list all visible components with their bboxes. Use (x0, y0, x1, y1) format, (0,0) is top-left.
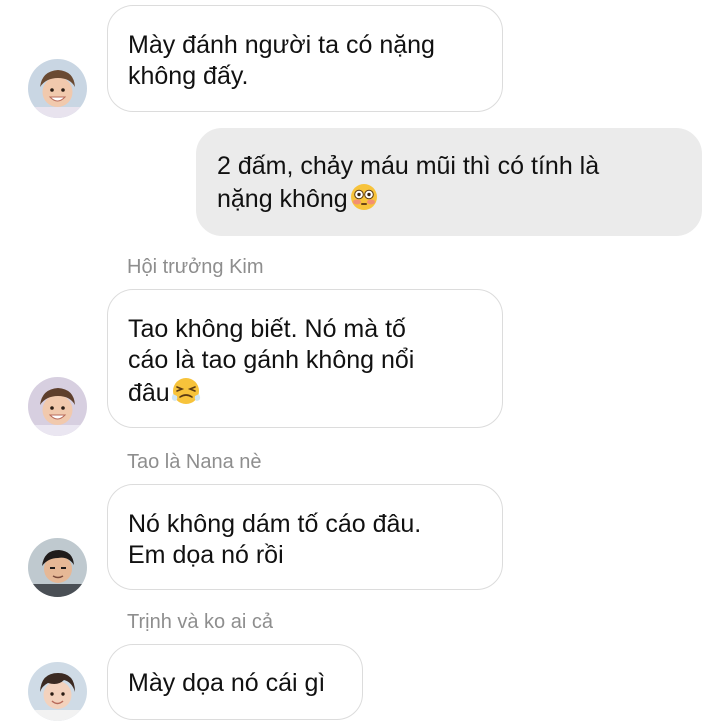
avatar[interactable] (28, 59, 87, 118)
sender-name: Tao là Nana nè (127, 451, 262, 473)
message-text-line: Em dọa nó rồi (128, 541, 284, 569)
message-text-line: Mày dọa nó cái gì (128, 669, 326, 697)
avatar[interactable] (28, 662, 87, 721)
message-bubble-incoming[interactable]: Nó không dám tố cáo đâu. Em dọa nó rồi (107, 484, 503, 590)
message-text-line: Mày đánh người ta có nặng (128, 31, 435, 59)
message-text-line: Nó không dám tố cáo đâu. (128, 510, 422, 538)
message-text-line: nặng không (217, 182, 681, 220)
message-bubble-outgoing[interactable]: 2 đấm, chảy máu mũi thì có tính là nặng … (196, 128, 702, 236)
message-text-line: không đấy. (128, 62, 249, 90)
avatar[interactable] (28, 377, 87, 436)
message-text-line: cáo là tao gánh không nổi (128, 346, 415, 374)
message-text-line: đâu (128, 376, 482, 414)
message-bubble-incoming[interactable]: Mày dọa nó cái gì (107, 644, 363, 720)
avatar[interactable] (28, 538, 87, 597)
persevering-face-icon (171, 376, 201, 414)
sender-name: Hội trưởng Kim (127, 256, 264, 278)
message-bubble-incoming[interactable]: Tao không biết. Nó mà tố cáo là tao gánh… (107, 289, 503, 428)
flushed-face-icon (349, 182, 379, 220)
chat-thread: Mày đánh người ta có nặng không đấy. 2 đ… (0, 0, 720, 725)
sender-name: Trịnh và ko ai cả (127, 611, 273, 633)
message-text-line: 2 đấm, chảy máu mũi thì có tính là (217, 152, 600, 180)
message-text-line: Tao không biết. Nó mà tố (128, 315, 406, 343)
message-bubble-incoming[interactable]: Mày đánh người ta có nặng không đấy. (107, 5, 503, 112)
